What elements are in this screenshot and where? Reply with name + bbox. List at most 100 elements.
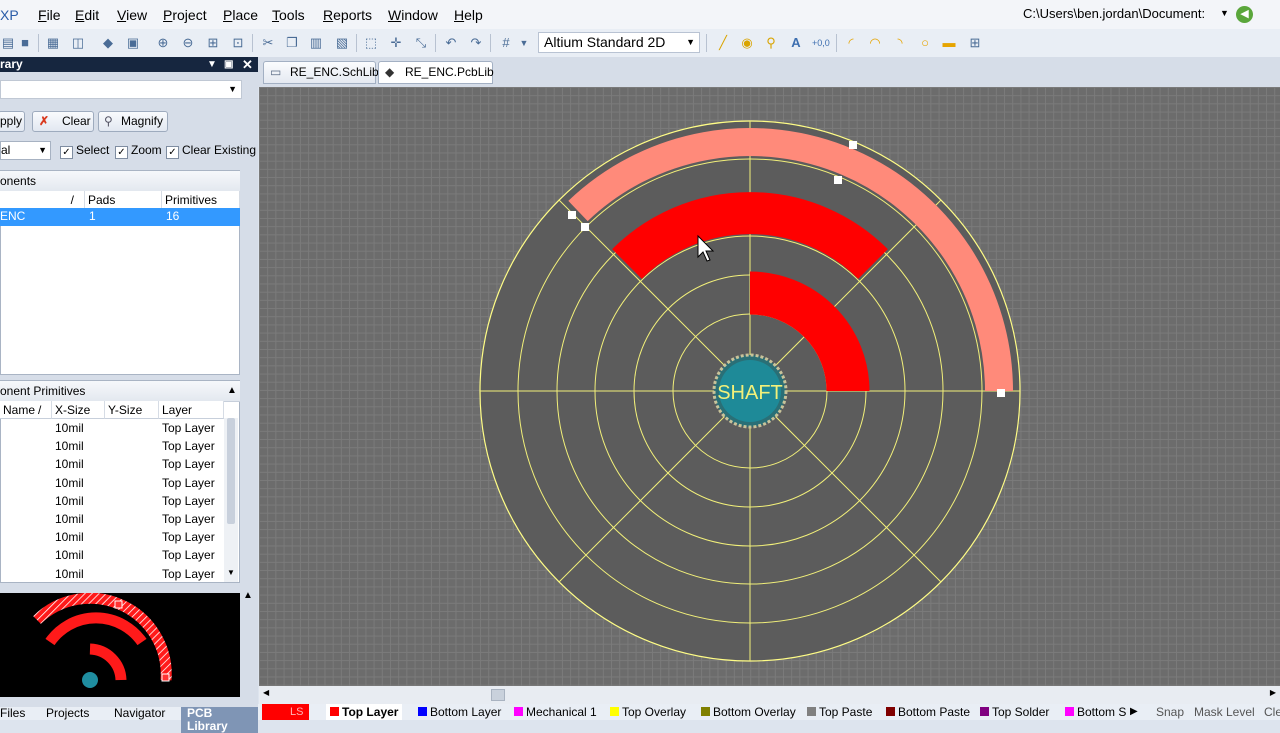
layer-tab[interactable]: Bottom S — [1065, 704, 1126, 720]
select-checkbox[interactable]: ✓ Select — [60, 143, 109, 159]
place-line-icon[interactable]: ╱ — [715, 35, 731, 51]
primitive-row[interactable]: 10mil Top Layer — [0, 565, 224, 583]
arc-center-icon[interactable]: ◜ — [843, 35, 859, 51]
clear-existing-checkbox[interactable]: ✓ Clear Existing — [166, 143, 256, 159]
grid-icon[interactable]: # — [498, 35, 514, 51]
board-icon[interactable]: ▣ — [125, 35, 141, 51]
deselect-icon[interactable]: ⤡ — [413, 35, 429, 51]
chevron-down-icon[interactable]: ▼ — [1220, 8, 1229, 18]
column-x-size[interactable]: X-Size — [52, 401, 105, 419]
zoom-fit-icon[interactable]: ⊕ — [155, 35, 171, 51]
tab-pcblib[interactable]: ◆ RE_ENC.PcbLib * — [378, 61, 494, 100]
redo-icon[interactable]: ↷ — [468, 35, 484, 51]
mask-level-button[interactable]: Mask Level — [1194, 704, 1255, 720]
primitive-row[interactable]: 10mil Top Layer — [0, 419, 224, 437]
arc-edge-icon[interactable]: ◠ — [867, 35, 883, 51]
move-icon[interactable]: ✛ — [388, 35, 404, 51]
place-via-icon[interactable]: ⚲ — [763, 35, 779, 51]
zoom-checkbox[interactable]: ✓ Zoom — [115, 143, 162, 159]
app-menu-tag[interactable]: XP — [0, 7, 19, 23]
tab-projects[interactable]: Projects — [46, 707, 89, 720]
cut-icon[interactable]: ✂ — [260, 35, 276, 51]
zoom-selected-icon[interactable]: ⊞ — [205, 35, 221, 51]
mask-input[interactable]: ▼ — [0, 80, 242, 99]
column-layer[interactable]: Layer — [159, 401, 224, 419]
tab-pcb-library[interactable]: PCB Library — [181, 707, 258, 733]
menu-edit[interactable]: Edit — [75, 7, 99, 23]
zoom-filtered-icon[interactable]: ⊡ — [230, 35, 246, 51]
column-primitives[interactable]: Primitives — [162, 191, 240, 209]
print-icon[interactable]: ▦ — [45, 35, 61, 51]
scroll-right-icon[interactable]: ▶ — [1270, 688, 1276, 697]
component-row[interactable]: ENC 1 16 — [0, 208, 240, 226]
layer-tab[interactable]: Mechanical 1 — [514, 704, 597, 720]
fill-icon[interactable]: ▬ — [941, 35, 957, 51]
copy-icon[interactable]: ❐ — [284, 35, 300, 51]
column-primitive-name[interactable]: Name / — [0, 401, 52, 419]
layer-tab[interactable]: Top Solder — [980, 704, 1049, 720]
menu-project[interactable]: Project — [163, 7, 207, 23]
close-icon[interactable]: ✕ — [242, 57, 253, 72]
place-string-icon[interactable]: A — [788, 35, 804, 51]
collapse-chevron-icon[interactable]: ▲ — [243, 590, 253, 601]
scroll-down-icon[interactable]: ▼ — [227, 568, 235, 577]
scroll-left-icon[interactable]: ◀ — [263, 688, 269, 697]
primitives-scrollbar[interactable]: ▼ — [224, 418, 238, 582]
layer-tab[interactable]: Bottom Overlay — [701, 704, 796, 720]
primitive-row[interactable]: 10mil Top Layer — [0, 474, 224, 492]
menu-help[interactable]: Help — [454, 7, 483, 23]
zoom-area-icon[interactable]: ⊖ — [180, 35, 196, 51]
document-path-box[interactable]: C:\Users\ben.jordan\Document: — [1018, 4, 1232, 24]
select-area-icon[interactable]: ⬚ — [363, 35, 379, 51]
clear-mask-button[interactable]: Cle — [1264, 704, 1280, 720]
save-icon[interactable]: ■ — [17, 35, 33, 51]
menu-file[interactable]: File — [38, 7, 61, 23]
primitive-row[interactable]: 10mil Top Layer — [0, 528, 224, 546]
menu-tools[interactable]: Tools — [272, 7, 305, 23]
column-pads[interactable]: Pads — [85, 191, 162, 209]
snap-button[interactable]: Snap — [1156, 704, 1184, 720]
place-coordinate-icon[interactable]: +0,0 — [812, 35, 830, 51]
magnify-button[interactable]: ⚲ Magnify — [98, 111, 168, 132]
scrollbar-thumb[interactable] — [491, 689, 505, 701]
primitive-row[interactable]: 10mil Top Layer — [0, 510, 224, 528]
chevron-down-icon[interactable]: ▼ — [516, 35, 532, 51]
3d-view-icon[interactable]: ◆ — [100, 35, 116, 51]
array-paste-icon[interactable]: ⊞ — [967, 35, 983, 51]
scrollbar-thumb[interactable] — [227, 418, 235, 524]
pcb-editor-canvas[interactable]: SHAFT — [259, 87, 1280, 686]
layer-tab[interactable]: Bottom Layer — [418, 704, 501, 720]
tab-schlib[interactable]: ▭ RE_ENC.SchLib — [263, 61, 379, 84]
paste-icon[interactable]: ▥ — [308, 35, 324, 51]
tab-files[interactable]: Files — [0, 707, 25, 720]
place-pad-icon[interactable]: ◉ — [739, 35, 755, 51]
scroll-right-icon[interactable]: ▶ — [1130, 704, 1138, 720]
layer-tab[interactable]: Bottom Paste — [886, 704, 970, 720]
layer-tab[interactable]: Top Overlay — [610, 704, 686, 720]
clear-button[interactable]: ✗ Clear — [32, 111, 94, 132]
menu-place[interactable]: Place — [223, 7, 258, 23]
primitive-row[interactable]: 10mil Top Layer — [0, 492, 224, 510]
layer-tab[interactable]: Top Paste — [807, 704, 872, 720]
menu-view[interactable]: View — [117, 7, 147, 23]
collapse-chevron-icon[interactable]: ▲ — [227, 381, 237, 401]
column-y-size[interactable]: Y-Size — [105, 401, 159, 419]
full-circle-icon[interactable]: ○ — [917, 35, 933, 51]
apply-button[interactable]: Apply — [0, 111, 25, 132]
back-arrow-icon[interactable]: ◀ — [1236, 6, 1253, 23]
menu-window[interactable]: Window — [388, 7, 438, 23]
primitive-row[interactable]: 10mil Top Layer — [0, 437, 224, 455]
view-configuration-select[interactable]: Altium Standard 2D ▼ — [538, 32, 700, 53]
primitive-row[interactable]: 10mil Top Layer — [0, 546, 224, 564]
pin-icon[interactable]: ▣ — [224, 57, 233, 72]
menu-reports[interactable]: Reports — [323, 7, 372, 23]
layer-tab[interactable]: Top Layer — [326, 704, 403, 720]
tab-navigator[interactable]: Navigator — [114, 707, 165, 720]
layer-set-button[interactable]: LS — [262, 704, 310, 720]
arc-any-angle-icon[interactable]: ◝ — [892, 35, 908, 51]
horizontal-scrollbar[interactable]: ◀ ▶ — [259, 686, 1280, 704]
filter-mode-select[interactable]: al ▼ — [0, 141, 51, 160]
primitive-row[interactable]: 10mil Top Layer — [0, 455, 224, 473]
undo-icon[interactable]: ↶ — [443, 35, 459, 51]
panel-menu-chevron-icon[interactable]: ▼ — [207, 57, 217, 72]
